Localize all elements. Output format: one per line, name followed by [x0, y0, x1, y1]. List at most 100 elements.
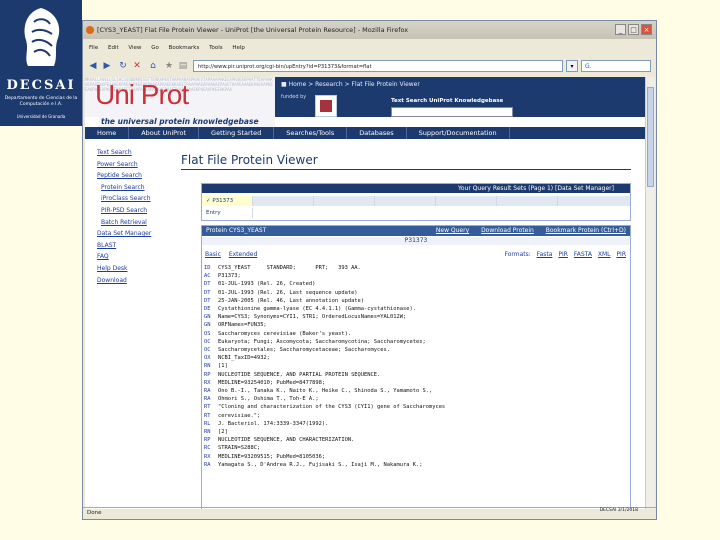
- format-link[interactable]: XML: [598, 251, 611, 258]
- line-code: OC: [204, 347, 211, 354]
- nav-getting-started[interactable]: Getting Started: [199, 127, 275, 139]
- line-code: RT: [204, 404, 211, 411]
- sidenav-blast[interactable]: BLAST: [97, 240, 177, 252]
- bookmark-icon[interactable]: ★: [163, 60, 175, 72]
- sidenav-data-set-manager[interactable]: Data Set Manager: [97, 228, 177, 240]
- flat-file-line: RP NUCLEOTIDE SEQUENCE, AND PARTIAL PROTE…: [204, 371, 624, 379]
- forward-icon[interactable]: ▶: [101, 60, 113, 72]
- query-result-box: Your Query Result Sets (Page 1) [Data Se…: [201, 183, 631, 221]
- tab-extended[interactable]: Extended: [229, 251, 258, 258]
- maximize-icon[interactable]: □: [628, 24, 639, 35]
- line-text: Saccharomycetales; Saccharomycetaceae; S…: [218, 347, 391, 354]
- line-text: J. Bacteriol. 174:3339-3347(1992).: [218, 420, 329, 427]
- reload-icon[interactable]: ↻: [117, 60, 129, 72]
- line-text: MEDLINE=93254010; PubMed=8477898;: [218, 379, 326, 386]
- line-code: GN: [204, 322, 211, 329]
- line-code: OX: [204, 355, 211, 362]
- vertical-scrollbar[interactable]: [645, 77, 655, 509]
- menu-file[interactable]: File: [89, 45, 98, 51]
- menu-bar: File Edit View Go Bookmarks Tools Help: [83, 41, 656, 55]
- protein-accession: P31373: [202, 237, 630, 245]
- home-icon[interactable]: ⌂: [147, 60, 159, 72]
- flat-file-line: RP NUCLEOTIDE SEQUENCE, AND CHARACTERIZAT…: [204, 436, 624, 444]
- menu-view[interactable]: View: [128, 45, 141, 51]
- funded-by-label: funded by: [281, 94, 307, 100]
- search-input[interactable]: G.: [581, 60, 651, 72]
- flat-file-line: AC P31373;: [204, 272, 624, 280]
- flat-file-line: DT 25-JAN-2005 (Rel. 46, Last annotation …: [204, 297, 624, 305]
- back-icon[interactable]: ◀: [87, 60, 99, 72]
- format-link[interactable]: PIR: [616, 251, 626, 258]
- stop-icon[interactable]: ✕: [131, 60, 143, 72]
- menu-bookmarks[interactable]: Bookmarks: [169, 45, 200, 51]
- tagline-spacer: [275, 117, 645, 127]
- nav-home[interactable]: Home: [85, 127, 130, 139]
- sidenav-help-desk[interactable]: Help Desk: [97, 263, 177, 275]
- download-protein-link[interactable]: Download Protein: [481, 227, 534, 234]
- flat-file-line: RA Ono B.-I., Tanaka K., Naito K., Heike …: [204, 387, 624, 395]
- new-query-link[interactable]: New Query: [436, 227, 469, 234]
- flat-file-line: RN [2]: [204, 428, 624, 436]
- logo-subtitle: Departamento de Ciencias de la Computaci…: [4, 96, 78, 107]
- format-links: Formats: Fasta PIR FASTA XML PIR: [500, 250, 626, 260]
- window-titlebar: [CYS3_YEAST] Flat File Protein Viewer - …: [83, 21, 656, 39]
- window-title: [CYS3_YEAST] Flat File Protein Viewer - …: [97, 26, 409, 34]
- sidenav-batch-retrieval[interactable]: Batch Retrieval: [97, 217, 177, 229]
- minimize-icon[interactable]: _: [615, 24, 626, 35]
- tab-basic[interactable]: Basic: [205, 251, 221, 258]
- line-code: GN: [204, 314, 211, 321]
- line-code: RP: [204, 437, 211, 444]
- flat-file-line: ID CYS3_YEAST STANDARD; PRT; 393 AA.: [204, 264, 624, 272]
- scrollbar-thumb[interactable]: [647, 87, 654, 187]
- flat-file-line: RA Ohmori S., Oshima T., Toh-E A.;: [204, 395, 624, 403]
- page-icon: ▤: [178, 61, 188, 71]
- format-link[interactable]: PIR: [558, 251, 568, 258]
- line-text: Cystathionine gamma-lyase (EC 4.4.1.1) (…: [218, 306, 416, 313]
- sidenav-power-search[interactable]: Power Search: [97, 159, 177, 171]
- nav-about[interactable]: About UniProt: [129, 127, 200, 139]
- flat-file-line: DT 01-JUL-1993 (Rel. 26, Created): [204, 280, 624, 288]
- menu-help[interactable]: Help: [232, 45, 245, 51]
- bookmark-protein-link[interactable]: Bookmark Protein (Ctrl+D): [546, 227, 626, 234]
- line-text: [1]: [218, 363, 228, 370]
- sidenav-protein-search[interactable]: Protein Search: [97, 182, 177, 194]
- line-text: cerevisiae.";: [218, 412, 261, 419]
- sidenav-faq[interactable]: FAQ: [97, 251, 177, 263]
- line-code: RC: [204, 445, 211, 452]
- nav-databases[interactable]: Databases: [347, 127, 407, 139]
- line-code: RX: [204, 453, 211, 460]
- nav-support[interactable]: Support/Documentation: [407, 127, 510, 139]
- uniprot-logo[interactable]: Uni Prot: [95, 79, 189, 111]
- line-text: ORFNames=FUN35;: [218, 322, 267, 329]
- menu-go[interactable]: Go: [151, 45, 159, 51]
- line-text: "Cloning and characterization of the CYS…: [218, 404, 446, 411]
- line-text: NUCLEOTIDE SEQUENCE, AND PARTIAL PROTEIN…: [218, 371, 381, 378]
- sidenav-iproclass-search[interactable]: iProClass Search: [97, 193, 177, 205]
- sidenav-text-search[interactable]: Text Search: [97, 147, 177, 159]
- line-code: RP: [204, 371, 211, 378]
- firefox-icon: [86, 26, 94, 34]
- url-dropdown-icon[interactable]: ▾: [566, 60, 578, 72]
- sidenav-peptide-search[interactable]: Peptide Search: [97, 170, 177, 182]
- menu-edit[interactable]: Edit: [108, 45, 119, 51]
- breadcrumb[interactable]: ■ Home > Research > Flat File Protein Vi…: [281, 81, 420, 88]
- nav-searches-tools[interactable]: Searches/Tools: [274, 127, 348, 139]
- flat-file-line: DT 01-JUL-1993 (Rel. 26, Last sequence up…: [204, 289, 624, 297]
- kb-search-label: Text Search UniProt Knowledgebase: [391, 98, 504, 104]
- query-result-header[interactable]: Your Query Result Sets (Page 1) [Data Se…: [202, 184, 630, 193]
- flat-file-line: RC STRAIN=S288C;: [204, 444, 624, 452]
- sidenav-download[interactable]: Download: [97, 275, 177, 287]
- close-icon[interactable]: ×: [641, 24, 652, 35]
- sidenav-pir-psd-search[interactable]: PIR-PSD Search: [97, 205, 177, 217]
- flat-file-line: OX NCBI_TaxID=4932;: [204, 354, 624, 362]
- query-result-tag[interactable]: ✓ P31373: [202, 196, 253, 206]
- menu-tools[interactable]: Tools: [209, 45, 223, 51]
- format-link[interactable]: Fasta: [537, 251, 553, 258]
- format-link[interactable]: FASTA: [574, 251, 592, 258]
- line-code: RX: [204, 379, 211, 386]
- protein-name: Protein CYS3_YEAST: [206, 227, 267, 234]
- url-input[interactable]: http://www.pir.uniprot.org/cgi-bin/upEnt…: [193, 60, 563, 72]
- page-title: Flat File Protein Viewer: [181, 153, 318, 167]
- kb-search-input[interactable]: [391, 107, 513, 117]
- line-text: Ono B.-I., Tanaka K., Naito K., Heike C.…: [218, 388, 433, 395]
